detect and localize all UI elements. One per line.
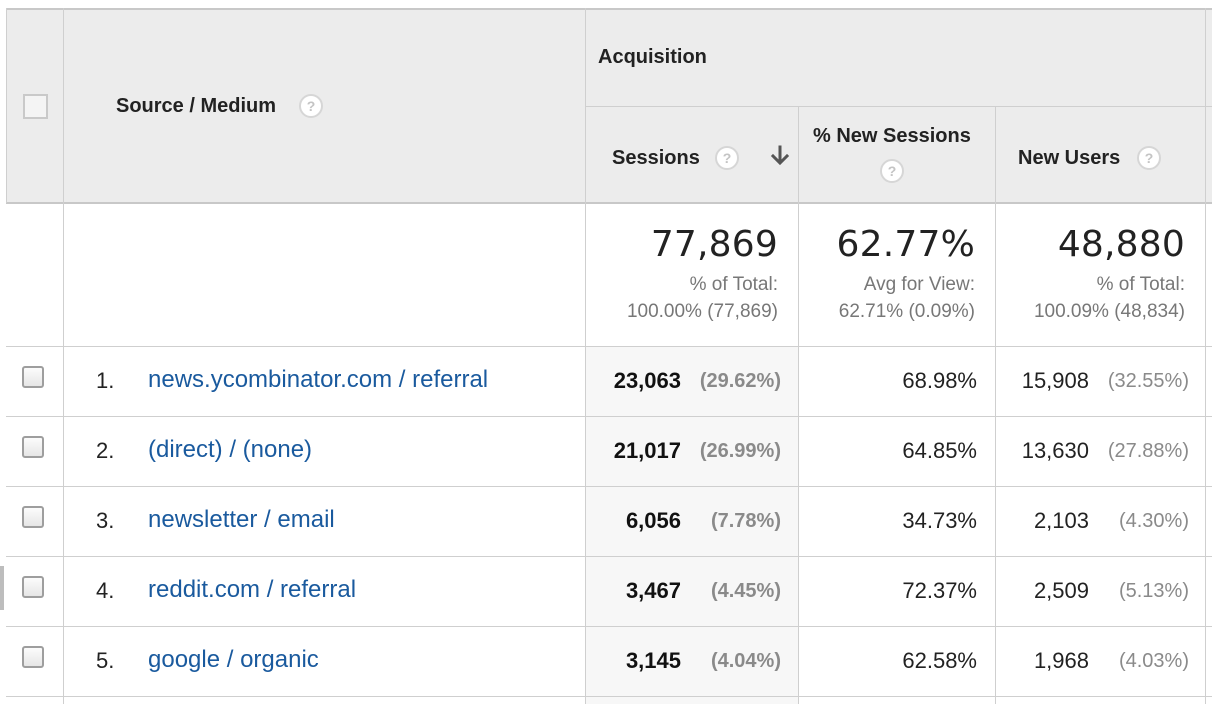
sessions-value: 23,063 xyxy=(613,368,681,393)
row-checkbox[interactable] xyxy=(22,646,44,668)
source-medium-link[interactable]: (direct) / (none) xyxy=(148,436,312,464)
source-medium-header[interactable]: Source / Medium xyxy=(116,95,276,118)
pct-new-sessions-header[interactable]: % New Sessions xyxy=(813,125,971,148)
source-medium-help-icon[interactable]: ? xyxy=(299,94,323,118)
row-rank: 4. xyxy=(96,578,115,603)
row-checkbox[interactable] xyxy=(22,506,44,528)
new-users-percent: (4.30%) xyxy=(1118,510,1189,532)
sessions-value: 3,145 xyxy=(625,648,681,673)
new-users-percent: (32.55%) xyxy=(1107,370,1189,392)
pct-new-sessions-value: 72.37% xyxy=(902,578,977,603)
new-users-value: 2,103 xyxy=(1033,508,1089,533)
table-row: 4. reddit.com / referral 3,467 (4.45%) 7… xyxy=(0,557,1212,626)
new-users-total-cell: 48,880 % of Total: 100.09% (48,834) xyxy=(995,204,1205,346)
analytics-report-table: Source / Medium ? Acquisition Sessions ?… xyxy=(0,0,1212,704)
grid-left xyxy=(6,8,7,203)
pct-new-sessions-value: 68.98% xyxy=(902,368,977,393)
sessions-value: 6,056 xyxy=(625,508,681,533)
new-users-total-label: % of Total: xyxy=(1096,274,1185,295)
pct-new-sessions-value: 64.85% xyxy=(902,438,977,463)
pct-new-sessions-total-value: 62.77% xyxy=(836,224,975,265)
new-users-value: 15,908 xyxy=(1021,368,1089,393)
pct-new-sessions-value: 62.58% xyxy=(902,648,977,673)
grid-acq-bottom xyxy=(585,106,1212,107)
sessions-percent: (7.78%) xyxy=(710,510,781,532)
row-rank: 3. xyxy=(96,508,115,533)
sessions-percent: (4.04%) xyxy=(710,650,781,672)
pct-new-sessions-total-cell: 62.77% Avg for View: 62.71% (0.09%) xyxy=(798,204,995,346)
sort-descending-icon[interactable] xyxy=(769,145,791,167)
source-medium-link[interactable]: news.ycombinator.com / referral xyxy=(148,366,488,394)
row-checkbox[interactable] xyxy=(22,436,44,458)
new-users-value: 13,630 xyxy=(1021,438,1089,463)
select-all-checkbox[interactable] xyxy=(23,94,48,119)
row-rank: 1. xyxy=(96,368,115,393)
sessions-header[interactable]: Sessions xyxy=(612,147,700,170)
grid-top xyxy=(6,8,1212,10)
row-checkbox[interactable] xyxy=(22,576,44,598)
pct-new-sessions-total-label: Avg for View: xyxy=(863,274,975,295)
new-users-value: 2,509 xyxy=(1033,578,1089,603)
sessions-percent: (4.45%) xyxy=(710,580,781,602)
row-rank: 2. xyxy=(96,438,115,463)
new-users-percent: (4.03%) xyxy=(1118,650,1189,672)
sessions-total-cell: 77,869 % of Total: 100.00% (77,869) xyxy=(585,204,798,346)
table-row: 2. (direct) / (none) 21,017 (26.99%) 64.… xyxy=(0,417,1212,486)
table-row: 3. newsletter / email 6,056 (7.78%) 34.7… xyxy=(0,487,1212,556)
pct-new-sessions-total-detail: 62.71% (0.09%) xyxy=(838,301,975,322)
source-medium-link[interactable]: reddit.com / referral xyxy=(148,576,356,604)
sessions-total-value: 77,869 xyxy=(650,224,778,265)
sessions-percent: (29.62%) xyxy=(699,370,781,392)
sessions-value: 21,017 xyxy=(613,438,681,463)
sessions-total-label: % of Total: xyxy=(689,274,778,295)
source-medium-link[interactable]: newsletter / email xyxy=(148,506,335,534)
new-users-header[interactable]: New Users xyxy=(1018,147,1120,170)
new-users-percent: (27.88%) xyxy=(1107,440,1189,462)
header-pct-new-sessions-cell[interactable] xyxy=(798,106,995,203)
row-rank: 5. xyxy=(96,648,115,673)
grid-row5-bottom xyxy=(6,696,1212,697)
new-users-total-detail: 100.09% (48,834) xyxy=(1033,301,1185,322)
new-users-help-icon[interactable]: ? xyxy=(1137,146,1161,170)
table-row: 1. news.ycombinator.com / referral 23,06… xyxy=(0,347,1212,416)
sessions-value: 3,467 xyxy=(625,578,681,603)
new-users-value: 1,968 xyxy=(1033,648,1089,673)
sessions-help-icon[interactable]: ? xyxy=(715,146,739,170)
pct-new-sessions-help-icon[interactable]: ? xyxy=(880,159,904,183)
source-medium-link[interactable]: google / organic xyxy=(148,646,319,674)
table-row: 5. google / organic 3,145 (4.04%) 62.58%… xyxy=(0,627,1212,696)
sessions-percent: (26.99%) xyxy=(699,440,781,462)
sessions-total-detail: 100.00% (77,869) xyxy=(626,301,778,322)
acquisition-header: Acquisition xyxy=(598,46,707,68)
new-users-total-value: 48,880 xyxy=(1057,224,1185,265)
pct-new-sessions-value: 34.73% xyxy=(902,508,977,533)
row-checkbox[interactable] xyxy=(22,366,44,388)
new-users-percent: (5.13%) xyxy=(1118,580,1189,602)
